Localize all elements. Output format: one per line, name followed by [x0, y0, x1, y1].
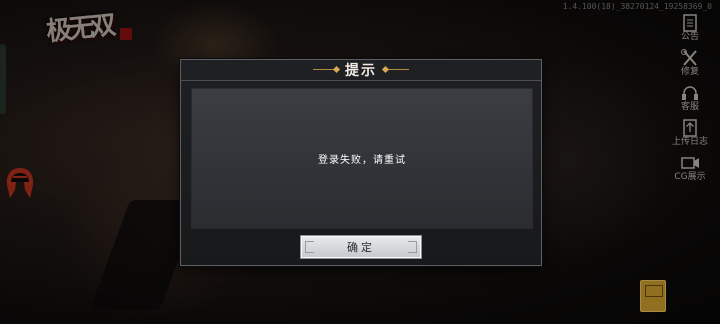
dialog-message-panel: 登录失败，请重试 — [191, 88, 533, 229]
dialog-title: 提示 — [345, 63, 377, 79]
dialog-header: 提示 — [181, 60, 541, 81]
dialog-title-wrap: 提示 — [313, 60, 409, 80]
title-ornament-left-icon — [313, 67, 339, 73]
alert-dialog: 提示 登录失败，请重试 确定 — [180, 59, 542, 266]
confirm-button[interactable]: 确定 — [300, 235, 422, 259]
confirm-button-label: 确定 — [347, 241, 375, 254]
title-ornament-right-icon — [383, 67, 409, 73]
dialog-message: 登录失败，请重试 — [318, 155, 406, 166]
